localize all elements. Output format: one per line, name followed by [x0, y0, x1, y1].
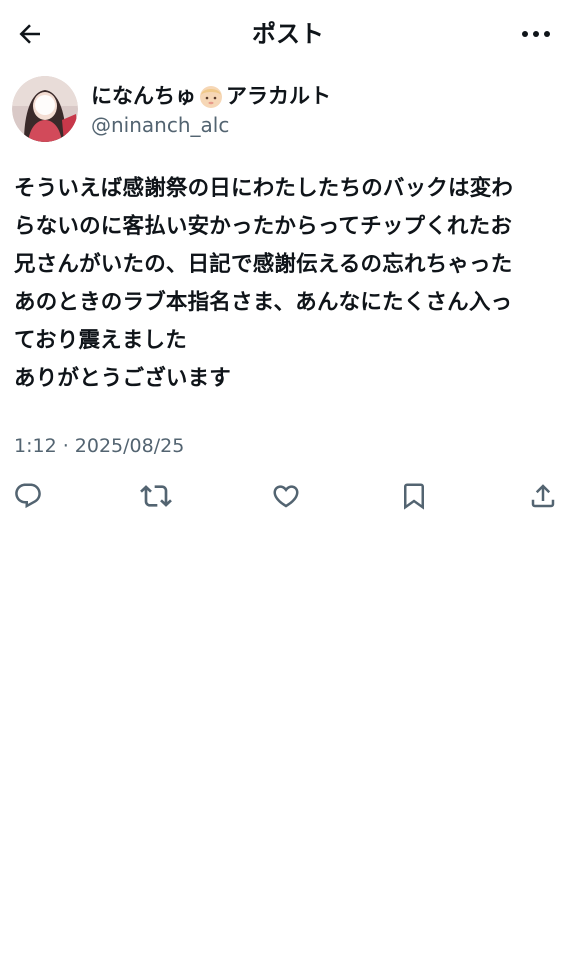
- baby-emoji-icon: [198, 83, 224, 109]
- post-text-line: 兄さんがいたの、日記で感謝伝えるの忘れちゃった: [14, 252, 513, 277]
- post-text-line: そういえば感謝祭の日にわたしたちのバックは変わ: [14, 176, 514, 201]
- more-options-button[interactable]: [518, 18, 554, 50]
- post-text-line: ありがとうございます: [14, 366, 232, 391]
- post-timestamp: 1:12 · 2025/08/25: [14, 435, 185, 457]
- like-button[interactable]: [268, 478, 304, 514]
- reply-button[interactable]: [10, 478, 46, 514]
- display-name[interactable]: になんちゅ アラカルト: [91, 82, 331, 110]
- share-icon: [528, 481, 558, 511]
- post-text-line: あのときのラブ本指名さま、あんなにたくさん入っ: [14, 290, 513, 315]
- share-button[interactable]: [525, 478, 561, 514]
- user-handle[interactable]: @ninanch_alc: [91, 112, 229, 138]
- display-name-suffix: アラカルト: [226, 84, 331, 108]
- page-title: ポスト: [252, 20, 324, 48]
- post-body: そういえば感謝祭の日にわたしたちのバックは変わ らないのに客払い安かったからって…: [14, 170, 562, 398]
- post-text-line: ており震えました: [14, 328, 187, 353]
- more-options-icon: [521, 30, 551, 38]
- post-author: になんちゅ アラカルト @ninanch_alc: [12, 76, 552, 146]
- repost-icon: [140, 480, 172, 512]
- repost-button[interactable]: [138, 478, 174, 514]
- post-actions-bar: [0, 478, 576, 518]
- avatar[interactable]: [12, 76, 78, 142]
- bookmark-icon: [399, 481, 429, 511]
- display-name-prefix: になんちゅ: [91, 84, 196, 108]
- reply-icon: [13, 481, 43, 511]
- post-text-line: らないのに客払い安かったからってチップくれたお: [14, 214, 513, 239]
- top-bar: ポスト: [0, 0, 576, 68]
- bookmark-button[interactable]: [396, 478, 432, 514]
- like-icon: [271, 481, 301, 511]
